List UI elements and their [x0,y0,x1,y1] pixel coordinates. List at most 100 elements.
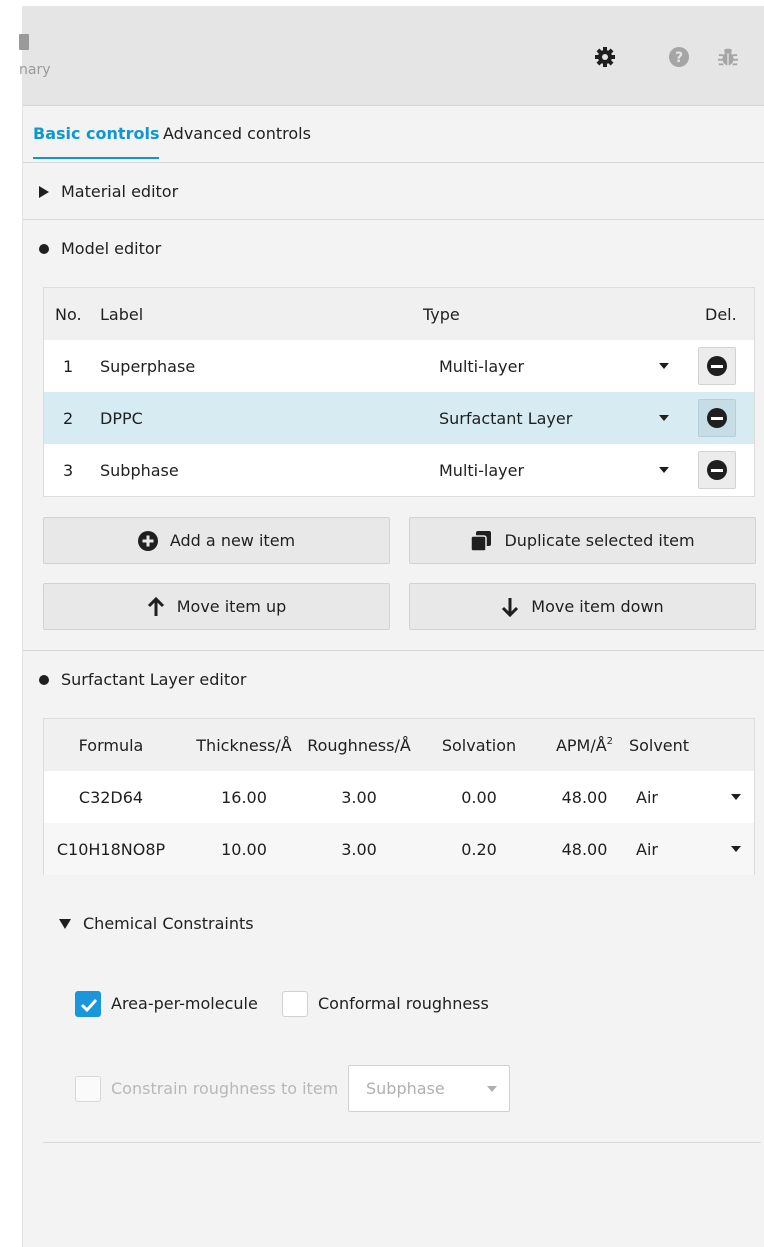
constrain-roughness-checkbox[interactable] [75,1076,101,1102]
chevron-down-icon[interactable] [659,340,669,392]
constrain-roughness-label: Constrain roughness to item [111,1079,339,1098]
col-no: No. [55,304,82,324]
row-label[interactable]: Subphase [100,444,179,496]
copy-icon [470,530,492,552]
row-label[interactable]: Superphase [100,340,195,392]
delete-row-button[interactable] [698,347,736,385]
row-apm[interactable]: 48.00 [542,771,627,823]
col-del: Del. [705,304,737,324]
minus-circle-icon [707,460,727,480]
table-row[interactable]: C32D64 16.00 3.00 0.00 48.00 Air [44,771,754,823]
plus-circle-icon [137,530,158,551]
move-item-up-label: Move item up [176,597,287,616]
minus-circle-icon [707,408,727,428]
row-no: 1 [63,356,74,376]
col-formula: Formula [78,735,144,755]
row-type-select[interactable]: Surfactant Layer [439,392,572,444]
row-solvation[interactable]: 0.20 [429,823,529,875]
add-item-button[interactable]: Add a new item [43,517,390,564]
row-solvent-select[interactable]: Air [636,771,676,823]
col-roughness: Roughness/Å [307,735,411,755]
row-no: 2 [63,408,74,428]
move-item-up-button[interactable]: Move item up [43,583,390,630]
surfactant-table: Formula Thickness/Å Roughness/Å Solvatio… [43,718,755,875]
col-label: Label [100,304,144,324]
model-editor-toggle[interactable]: Model editor [39,239,161,258]
tab-basic-controls[interactable]: Basic controls [33,124,160,159]
row-apm[interactable]: 48.00 [542,823,627,875]
row-type-select[interactable]: Multi-layer [439,340,524,392]
col-type: Type [423,304,460,324]
col-solvent: Solvent [628,735,690,755]
col-apm-superscript: 2 [606,735,614,747]
panel-header: nary ? [19,6,764,106]
row-label[interactable]: DPPC [100,392,143,444]
surfactant-table-header: Formula Thickness/Å Roughness/Å Solvatio… [44,719,754,771]
tab-bar: Basic controls Advanced controls [23,106,764,163]
model-table-header: No. Label Type Del. [44,288,754,340]
row-thickness[interactable]: 10.00 [184,823,304,875]
divider [23,219,764,220]
chevron-down-icon[interactable] [729,823,743,875]
tab-advanced-controls[interactable]: Advanced controls [163,124,311,157]
row-roughness[interactable]: 3.00 [299,823,419,875]
area-per-molecule-checkbox[interactable] [75,991,101,1017]
chevron-down-icon[interactable] [659,392,669,444]
constrain-item-value: Subphase [366,1079,445,1098]
arrow-down-icon [502,597,519,617]
chemical-constraints-label: Chemical Constraints [83,914,254,933]
arrow-up-icon [147,596,164,616]
row-solvation[interactable]: 0.00 [429,771,529,823]
col-solvation: Solvation [441,735,517,755]
table-row[interactable]: 1 Superphase Multi-layer [44,340,754,392]
model-editor-label: Model editor [61,239,162,258]
chevron-down-icon [487,1086,497,1092]
conformal-roughness-checkbox[interactable] [282,991,308,1017]
bullet-icon [39,243,49,254]
checkmark-icon [80,998,98,1013]
duplicate-item-label: Duplicate selected item [504,531,695,550]
side-panel: nary ? Basic controls Advanced controls … [19,6,764,1247]
area-per-molecule-label[interactable]: Area-per-molecule [111,994,258,1013]
table-row[interactable]: C10H18NO8P 10.00 3.00 0.20 48.00 Air [44,823,754,875]
surfactant-editor-label: Surfactant Layer editor [61,670,247,689]
chemical-constraints-toggle[interactable]: Chemical Constraints [59,914,254,933]
collapse-down-icon [59,918,71,929]
add-item-label: Add a new item [169,531,296,550]
help-icon[interactable]: ? [668,46,690,68]
chevron-down-icon[interactable] [659,444,669,496]
material-editor-toggle[interactable]: Material editor [39,182,178,201]
row-thickness[interactable]: 16.00 [184,771,304,823]
material-editor-label: Material editor [61,182,179,201]
row-roughness[interactable]: 3.00 [299,771,419,823]
move-item-down-label: Move item down [531,597,664,616]
constrain-item-select[interactable]: Subphase [348,1065,510,1112]
duplicate-item-button[interactable]: Duplicate selected item [409,517,756,564]
minus-circle-icon [707,356,727,376]
summary-label[interactable]: nary [19,62,51,78]
row-no: 3 [63,460,74,480]
col-apm: APM/Å 2 [542,719,627,771]
svg-text:?: ? [675,50,683,66]
delete-row-button[interactable] [698,399,736,437]
move-item-down-button[interactable]: Move item down [409,583,756,630]
row-solvent-select[interactable]: Air [636,823,676,875]
delete-row-button[interactable] [698,451,736,489]
divider [23,650,764,651]
bug-icon[interactable] [717,46,739,68]
row-formula[interactable]: C32D64 [56,771,166,823]
chevron-down-icon[interactable] [729,771,743,823]
table-row[interactable]: 2 DPPC Surfactant Layer [44,392,754,444]
bullet-icon [39,674,49,685]
divider [43,1142,761,1143]
row-formula[interactable]: C10H18NO8P [46,823,176,875]
col-apm-label: APM/Å [555,735,607,755]
gear-icon[interactable] [594,46,616,68]
col-thickness: Thickness/Å [196,735,292,755]
conformal-roughness-label[interactable]: Conformal roughness [318,994,489,1013]
table-row[interactable]: 3 Subphase Multi-layer [44,444,754,496]
row-type-select[interactable]: Multi-layer [439,444,524,496]
model-table: No. Label Type Del. 1 Superphase Multi-l… [43,287,755,497]
surfactant-editor-toggle[interactable]: Surfactant Layer editor [39,670,246,689]
summary-icon[interactable] [19,34,29,50]
